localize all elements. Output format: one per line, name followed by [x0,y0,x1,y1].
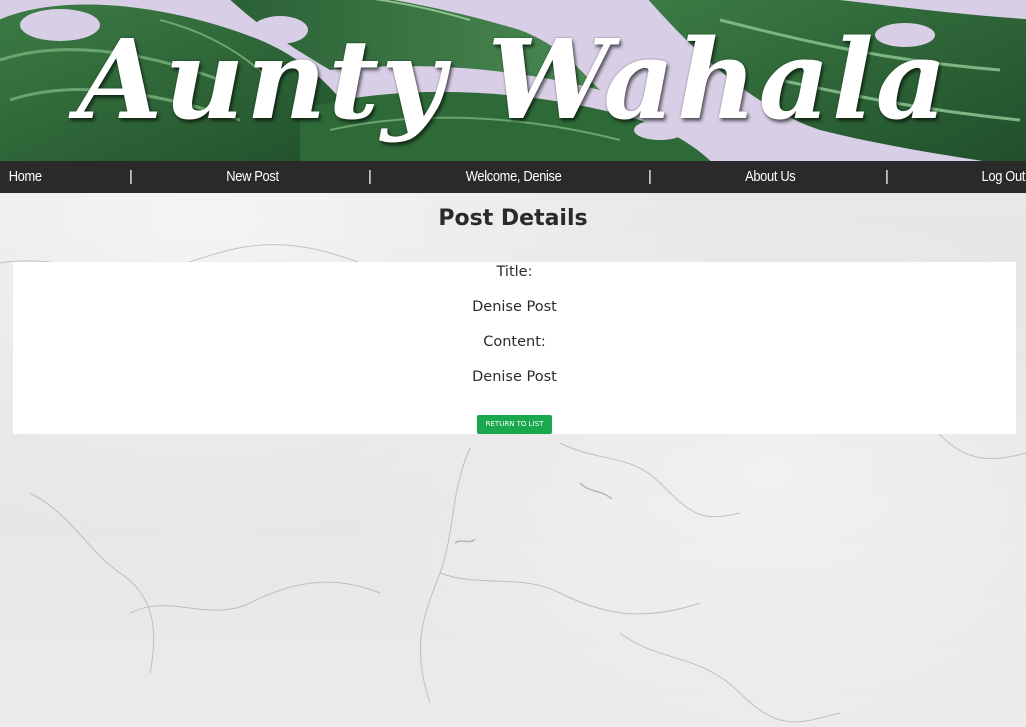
nav-welcome-text: Welcome, Denise [465,168,562,185]
page-title: Post Details [438,206,588,231]
site-logo-title: Aunty Wahala [77,15,949,144]
main-nav: Home | New Post | Welcome, Denise | Abou… [0,161,1026,193]
post-title-value: Denise Post [472,299,557,315]
post-details-card: Title: Denise Post Content: Denise Post … [13,262,1016,434]
nav-new-post-link[interactable]: New Post [226,161,279,193]
nav-separator: | [648,168,652,185]
nav-home-link[interactable]: Home [9,161,42,193]
nav-separator: | [129,168,133,185]
nav-separator: | [368,168,372,185]
post-content-value: Denise Post [472,369,557,385]
nav-about-link[interactable]: About Us [745,161,796,193]
post-content-label: Content: [483,334,546,350]
site-banner: Aunty Wahala [0,0,1026,161]
nav-logout-link[interactable]: Log Out [982,161,1026,193]
post-title-label: Title: [496,264,533,280]
return-to-list-button[interactable]: RETURN TO LIST [477,415,552,434]
nav-separator: | [885,168,889,185]
